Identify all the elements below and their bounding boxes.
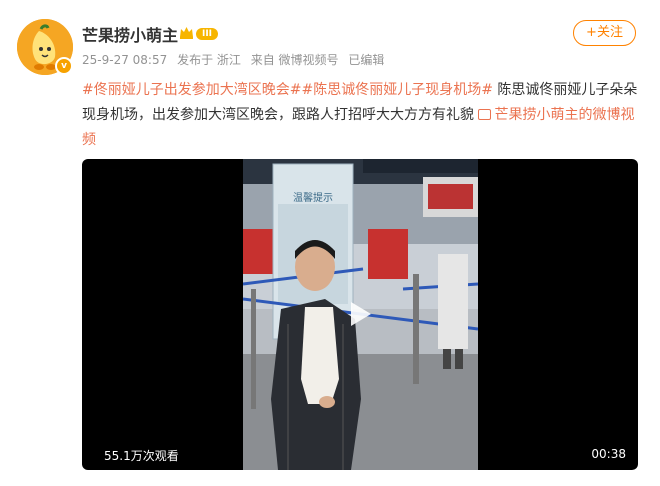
- level-badge: III: [196, 28, 218, 40]
- verified-badge-icon: v: [55, 57, 73, 75]
- video-link-icon: [478, 109, 492, 120]
- video-player[interactable]: 温馨提示 55.1万次观看 00:38: [82, 159, 638, 470]
- author-name[interactable]: 芒果捞小萌主: [82, 22, 178, 46]
- post-location: 发布于 浙江: [177, 53, 241, 67]
- post-text: #佟丽娅儿子出发参加大湾区晚会##陈思诚佟丽娅儿子现身机场# 陈思诚佟丽娅儿子朵…: [82, 78, 638, 153]
- hashtag-link[interactable]: #佟丽娅儿子出发参加大湾区晚会#: [82, 82, 301, 98]
- crown-icon: [180, 27, 193, 39]
- post-time[interactable]: 25-9-27 08:57: [82, 53, 167, 67]
- view-count: 55.1万次观看: [104, 449, 179, 463]
- post-meta: 25-9-27 08:57 发布于 浙江 来自 微博视频号 已编辑: [82, 51, 390, 68]
- edited-label[interactable]: 已编辑: [348, 53, 384, 67]
- hashtag-link[interactable]: #陈思诚佟丽娅儿子现身机场#: [301, 82, 492, 98]
- video-duration: 00:38: [591, 447, 626, 461]
- play-icon[interactable]: [345, 299, 375, 329]
- follow-button[interactable]: +关注: [573, 20, 636, 46]
- post-source: 来自 微博视频号: [250, 53, 339, 67]
- sign-text: 温馨提示: [293, 193, 333, 204]
